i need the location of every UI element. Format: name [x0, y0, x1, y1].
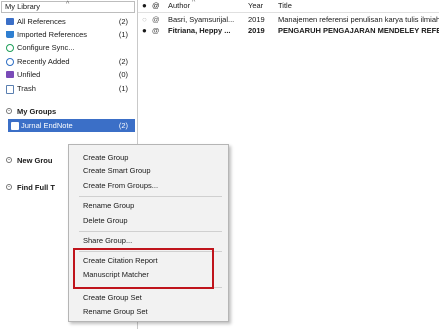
attachment-icon: @	[152, 26, 160, 35]
sort-caret-icon: ^	[192, 0, 196, 6]
cell-year: 2019	[248, 15, 265, 24]
group-icon	[11, 122, 19, 130]
sidebar-item-label: Jurnal EndNote	[21, 121, 73, 130]
menu-item-rename-group[interactable]: Rename Group	[83, 200, 134, 212]
unread-status-icon: ●	[142, 26, 147, 35]
library-icon	[6, 18, 14, 25]
collapse-icon[interactable]: -	[6, 157, 12, 163]
menu-separator	[79, 231, 222, 232]
sidebar-item-label: Recently Added	[17, 57, 70, 66]
sidebar-item-all-references[interactable]: All References (2)	[2, 15, 135, 28]
library-header-label: My Library	[5, 2, 41, 11]
sidebar-item-label: Trash	[17, 84, 36, 93]
attachment-column-icon[interactable]: @	[152, 0, 160, 12]
sidebar-item-count: (2)	[118, 17, 128, 26]
sidebar-item-label: Imported References	[17, 30, 88, 39]
sidebar-item-count: (1)	[118, 84, 128, 93]
sync-icon	[6, 44, 14, 52]
sidebar-item-count: (2)	[118, 121, 128, 130]
trash-icon	[6, 85, 14, 94]
table-row[interactable]: ● @ Fitriana, Heppy ... 2019 PENGARUH PE…	[138, 25, 439, 36]
sidebar-item-count: (2)	[118, 57, 128, 66]
group-context-menu: Create Group Create Smart Group Create F…	[68, 144, 229, 322]
my-groups-label: My Groups	[17, 107, 57, 116]
new-group-label: New Grou	[17, 156, 53, 165]
cell-title: PENGARUH PENGAJARAN MENDELEY REFERENCE	[278, 26, 439, 35]
library-header[interactable]: My Library ^	[1, 1, 135, 13]
column-header: ● @ Author ^ Year Title	[138, 0, 439, 13]
sidebar-item-configure-sync[interactable]: Configure Sync...	[2, 41, 135, 54]
sidebar-item-trash[interactable]: Trash (1)	[2, 82, 135, 95]
sidebar-item-count: (0)	[118, 70, 128, 79]
collapse-icon[interactable]: -	[6, 184, 12, 190]
menu-item-rename-group-set[interactable]: Rename Group Set	[83, 306, 148, 318]
menu-item-delete-group[interactable]: Delete Group	[83, 215, 128, 227]
menu-item-create-smart-group[interactable]: Create Smart Group	[83, 165, 151, 177]
menu-separator	[79, 196, 222, 197]
import-icon	[6, 31, 14, 38]
find-full-text-label: Find Full T	[17, 183, 55, 192]
unfiled-icon	[6, 71, 14, 78]
sidebar-item-recently-added[interactable]: Recently Added (2)	[2, 55, 135, 68]
author-column[interactable]: Author	[168, 0, 190, 12]
clock-icon	[6, 58, 14, 66]
title-column[interactable]: Title	[278, 0, 292, 12]
menu-item-create-from-groups[interactable]: Create From Groups...	[83, 180, 158, 192]
year-column[interactable]: Year	[248, 0, 263, 12]
read-status-icon: ○	[142, 15, 147, 24]
sidebar-item-label: All References	[17, 17, 66, 26]
my-groups-header[interactable]: - My Groups	[2, 105, 135, 118]
menu-item-share-group[interactable]: Share Group...	[83, 235, 132, 247]
cell-year: 2019	[248, 26, 265, 35]
sidebar-item-jurnal-endnote[interactable]: Jurnal EndNote (2)	[8, 119, 135, 132]
table-row[interactable]: ○ @ Basri, Syamsurijal... 2019 Manajemen…	[138, 14, 439, 25]
cell-author: Fitriana, Heppy ...	[168, 26, 231, 35]
sidebar-item-count: (1)	[118, 30, 128, 39]
cell-author: Basri, Syamsurijal...	[168, 15, 235, 24]
menu-item-create-group[interactable]: Create Group	[83, 152, 128, 164]
cell-title: Manajemen referensi penulisan karya tuli…	[278, 15, 439, 24]
sidebar-item-label: Configure Sync...	[17, 43, 75, 52]
sort-caret-icon: ^	[66, 1, 70, 8]
highlight-annotation-box	[73, 248, 214, 289]
sidebar-item-imported-references[interactable]: Imported References (1)	[2, 28, 135, 41]
read-status-column-icon[interactable]: ●	[142, 0, 147, 12]
attachment-icon: @	[152, 15, 160, 24]
collapse-icon[interactable]: -	[6, 108, 12, 114]
sidebar-item-label: Unfiled	[17, 70, 41, 79]
menu-item-create-group-set[interactable]: Create Group Set	[83, 292, 142, 304]
sidebar-item-unfiled[interactable]: Unfiled (0)	[2, 68, 135, 81]
